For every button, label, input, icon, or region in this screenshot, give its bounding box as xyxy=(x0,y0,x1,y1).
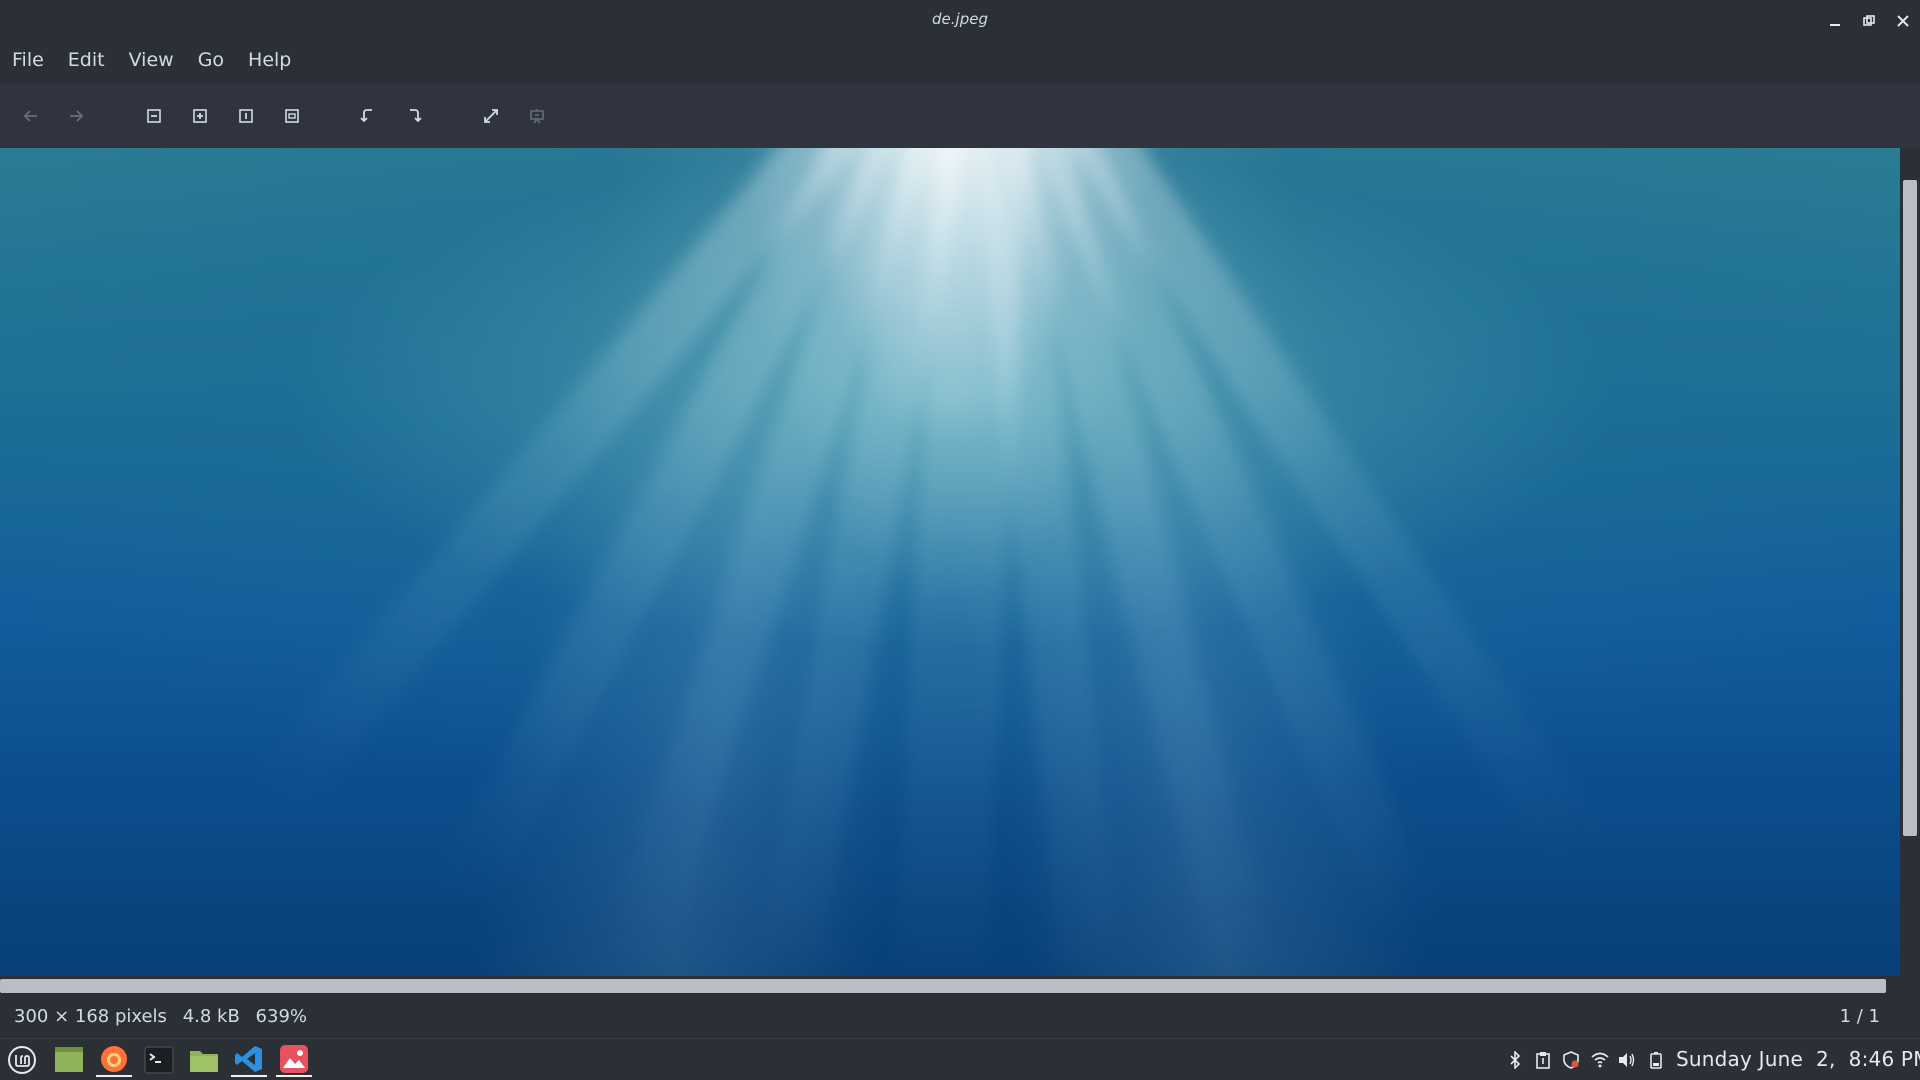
toolbar xyxy=(0,84,1920,148)
taskbar: Sunday June 2, 8:46 PM xyxy=(0,1038,1920,1080)
fullscreen-button[interactable] xyxy=(477,102,505,130)
zoom-level: 639% xyxy=(255,1006,308,1027)
vscode-button[interactable] xyxy=(231,1043,267,1077)
image-position: 1 / 1 xyxy=(1839,1006,1880,1027)
zoom-fit-icon xyxy=(285,109,299,123)
menu-view[interactable]: View xyxy=(121,40,182,80)
menu-bar: File Edit View Go Help xyxy=(0,40,1920,80)
image-canvas[interactable] xyxy=(0,148,1900,976)
rotate-left-icon xyxy=(360,109,372,123)
zoom-original-icon xyxy=(239,109,253,123)
file-size: 4.8 kB xyxy=(182,1006,240,1027)
folder-icon xyxy=(190,1051,218,1072)
vscode-icon xyxy=(235,1046,262,1072)
minimize-button[interactable] xyxy=(1824,10,1846,32)
mint-menu-icon xyxy=(8,1046,36,1074)
menu-help[interactable]: Help xyxy=(240,40,299,80)
horizontal-scroll-thumb[interactable] xyxy=(0,979,1886,993)
firefox-icon xyxy=(101,1046,127,1072)
zoom-normal-button[interactable] xyxy=(232,102,260,130)
terminal-icon xyxy=(144,1046,174,1074)
files-button[interactable] xyxy=(186,1043,222,1077)
vertical-scrollbar[interactable] xyxy=(1900,148,1920,976)
terminal-button[interactable] xyxy=(141,1043,177,1077)
title-bar: de.jpeg xyxy=(0,0,1920,40)
maximize-button[interactable] xyxy=(1858,10,1880,32)
menu-edit[interactable]: Edit xyxy=(60,40,113,80)
slideshow-icon xyxy=(530,109,544,124)
image-viewer-button[interactable] xyxy=(276,1043,312,1077)
image-viewer-icon xyxy=(280,1045,308,1073)
arrow-right-icon xyxy=(70,110,84,122)
back-button[interactable] xyxy=(17,102,45,130)
arrow-left-icon xyxy=(23,110,37,122)
zoom-out-icon xyxy=(147,109,161,123)
mint-menu-button[interactable] xyxy=(4,1043,40,1077)
battery-icon[interactable] xyxy=(1646,1050,1666,1070)
rotate-left-button[interactable] xyxy=(354,102,382,130)
restore-icon xyxy=(1863,15,1875,26)
rotate-right-button[interactable] xyxy=(400,102,428,130)
show-desktop-button[interactable] xyxy=(51,1043,87,1077)
close-icon xyxy=(1897,15,1909,27)
bluetooth-icon[interactable] xyxy=(1505,1050,1525,1070)
zoom-fit-button[interactable] xyxy=(278,102,306,130)
slideshow-button[interactable] xyxy=(523,102,551,130)
close-button[interactable] xyxy=(1892,10,1914,32)
image-dimensions: 300 × 168 pixels xyxy=(14,1006,167,1027)
menu-go[interactable]: Go xyxy=(190,40,232,80)
firefox-button[interactable] xyxy=(96,1043,132,1077)
fullscreen-icon xyxy=(484,109,498,123)
window-title: de.jpeg xyxy=(932,10,988,28)
clipboard-icon[interactable] xyxy=(1533,1050,1553,1070)
menu-file[interactable]: File xyxy=(4,40,52,80)
zoom-in-icon xyxy=(193,109,207,123)
clock[interactable]: Sunday June 2, 8:46 PM xyxy=(1676,1047,1920,1071)
rotate-right-icon xyxy=(410,109,422,123)
horizontal-scrollbar[interactable] xyxy=(0,976,1920,996)
zoom-out-button[interactable] xyxy=(140,102,168,130)
status-bar: 300 × 168 pixels 4.8 kB 639% 1 / 1 xyxy=(0,996,1920,1038)
forward-button[interactable] xyxy=(62,102,90,130)
wifi-icon[interactable] xyxy=(1590,1050,1610,1070)
volume-icon[interactable] xyxy=(1617,1050,1637,1070)
minimize-icon xyxy=(1830,24,1840,26)
shield-icon[interactable] xyxy=(1561,1050,1581,1070)
vertical-scroll-thumb[interactable] xyxy=(1903,180,1917,836)
zoom-in-button[interactable] xyxy=(186,102,214,130)
desktop-icon xyxy=(55,1047,83,1072)
